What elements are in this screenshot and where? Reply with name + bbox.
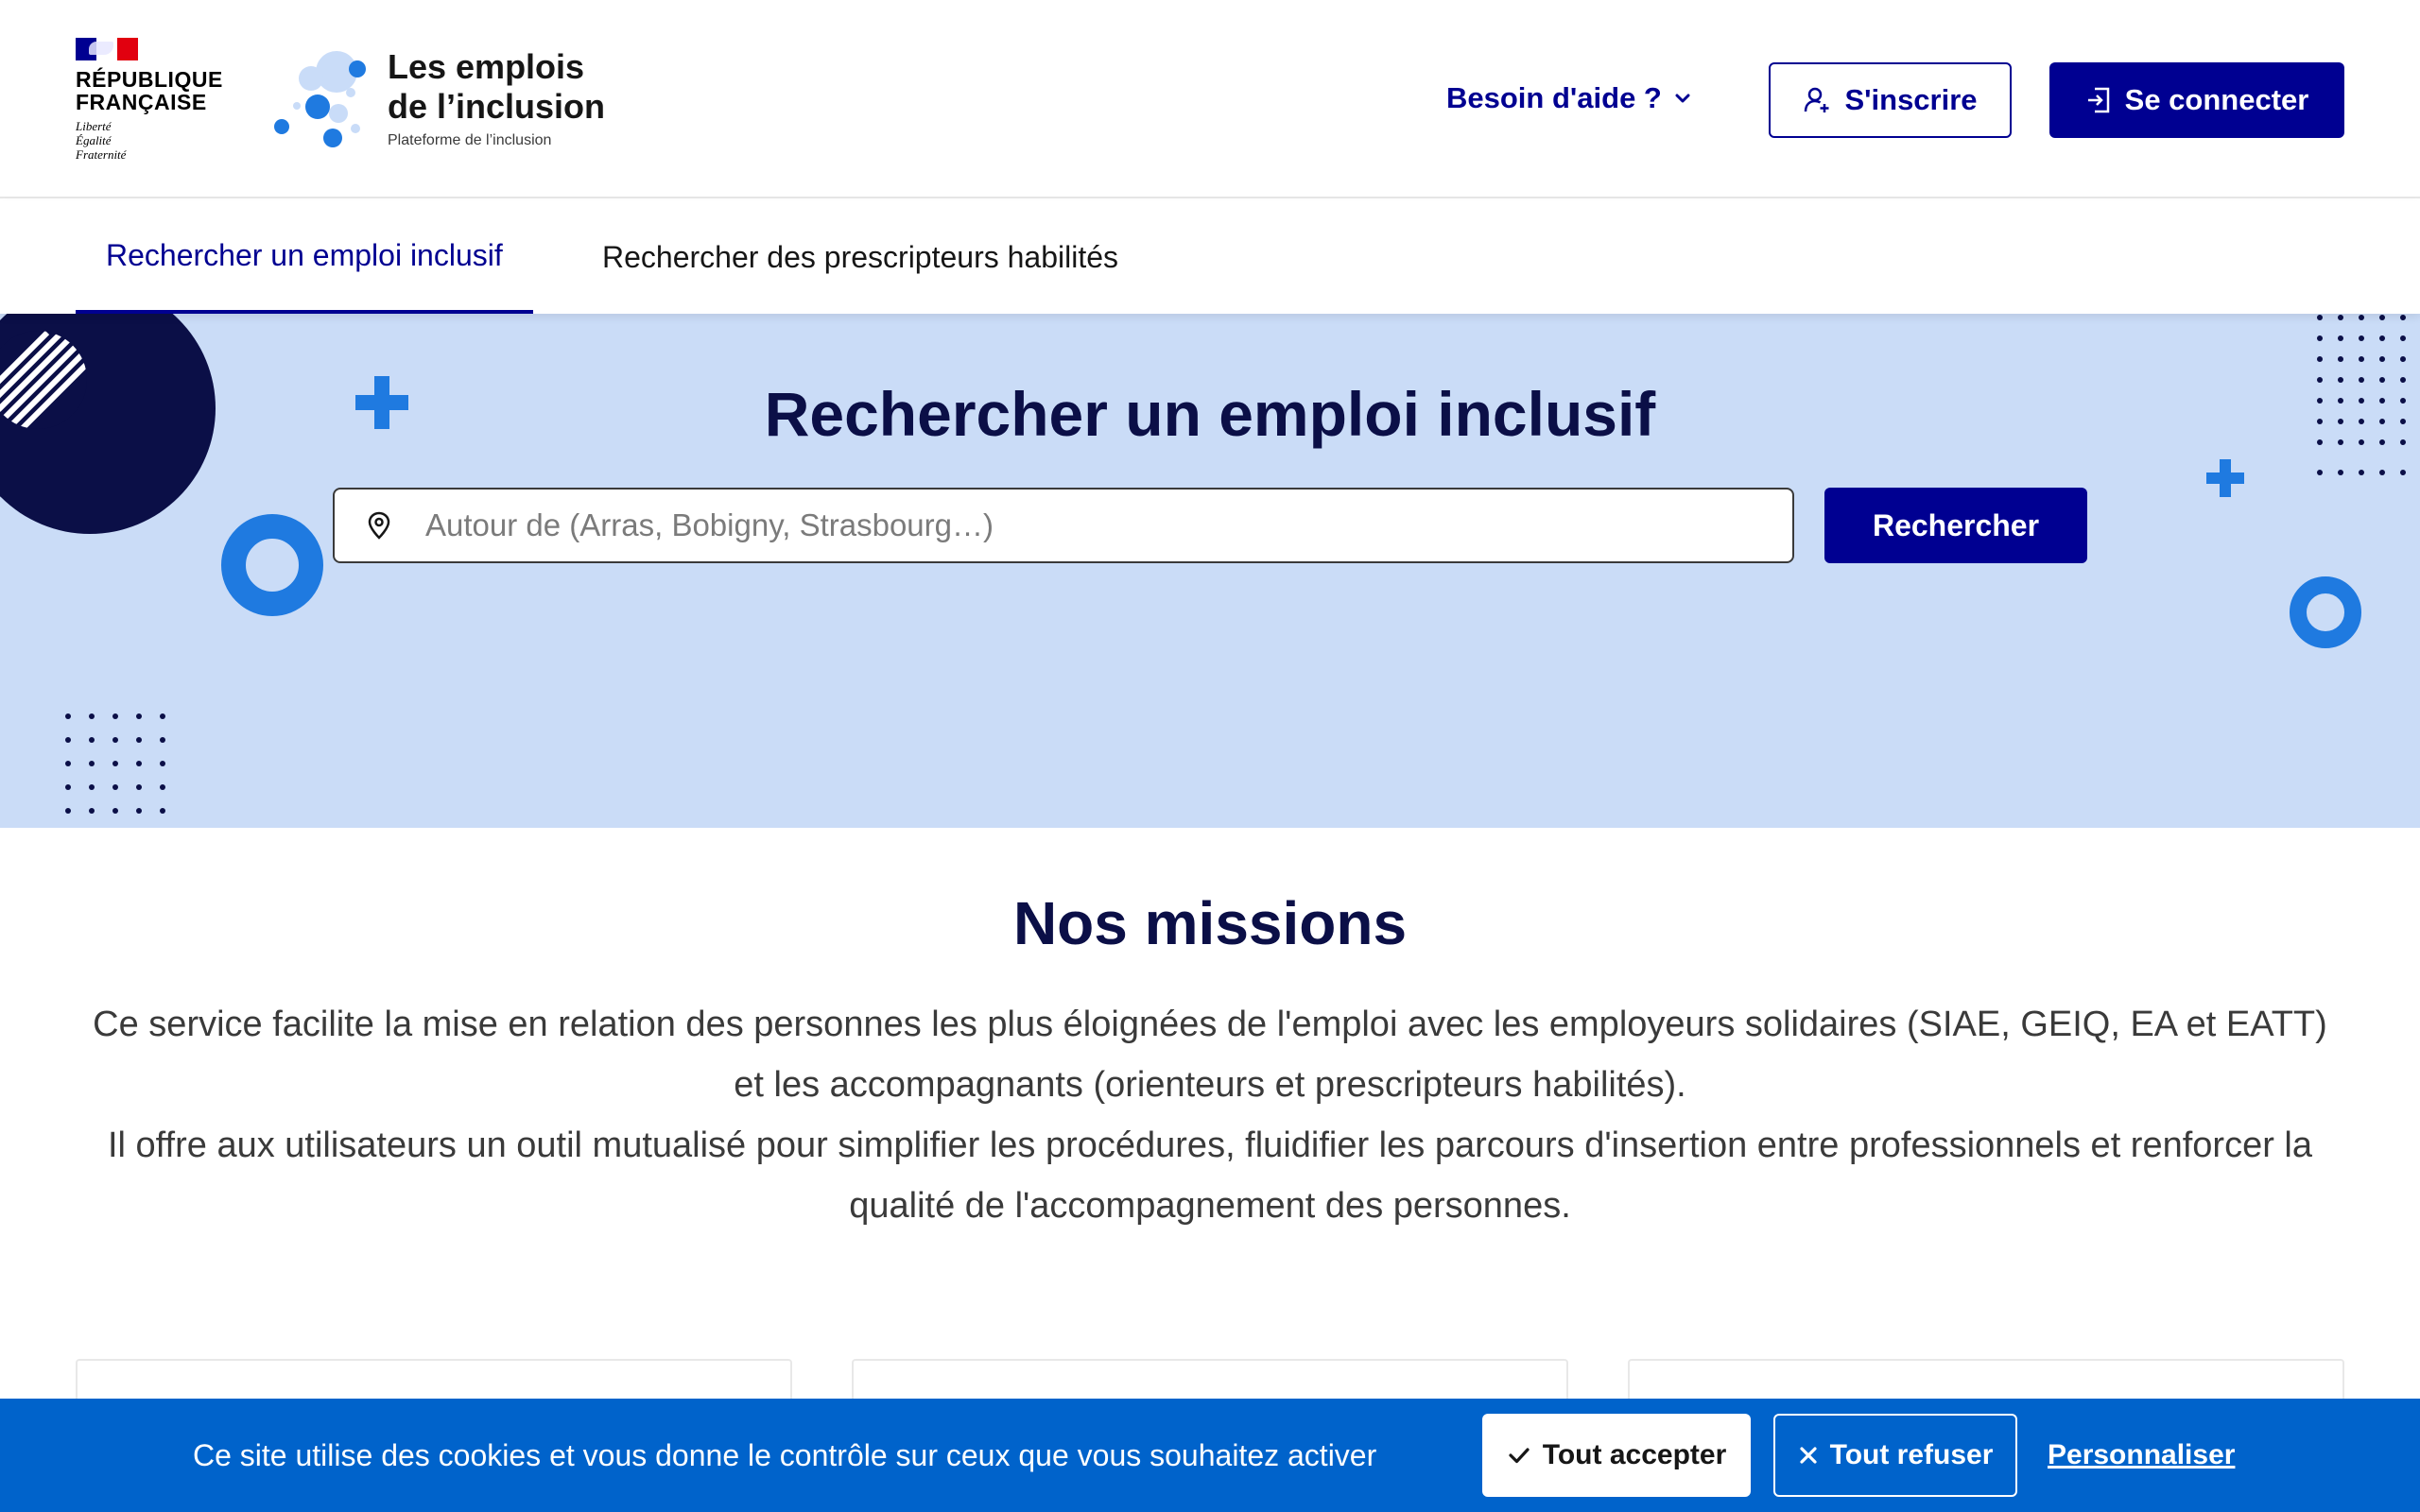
main-navigation: Rechercher un emploi inclusif Rechercher… [0, 200, 2420, 314]
refuse-all-cookies-button[interactable]: Tout refuser [1773, 1414, 2017, 1497]
motto-fraternite: Fraternité [76, 147, 127, 162]
login-button[interactable]: Se connecter [2049, 62, 2344, 138]
site-header: RÉPUBLIQUE FRANÇAISE Liberté Égalité Fra… [0, 0, 2420, 198]
missions-paragraph-2: Il offre aux utilisateurs un outil mutua… [107, 1125, 2312, 1226]
marianne-flag-icon [76, 38, 138, 60]
register-label: S'inscrire [1844, 83, 1978, 116]
republique-francaise-logo[interactable]: RÉPUBLIQUE FRANÇAISE Liberté Égalité Fra… [76, 38, 223, 162]
refuse-all-label: Tout refuser [1829, 1439, 1994, 1470]
register-button[interactable]: S'inscrire [1769, 62, 2012, 138]
customize-cookies-link[interactable]: Personnaliser [2048, 1399, 2235, 1512]
gov-name-line-2: FRANÇAISE [76, 90, 207, 114]
service-title-line-2: de l’inclusion [388, 87, 606, 126]
user-add-icon [1805, 87, 1829, 112]
login-label: Se connecter [2124, 83, 2309, 116]
service-tagline: Plateforme de l’inclusion [388, 132, 552, 148]
motto-egalite: Égalité [76, 133, 112, 147]
cookie-message: Ce site utilise des cookies et vous donn… [193, 1437, 1377, 1472]
check-icon [1509, 1448, 1530, 1464]
help-dropdown[interactable]: Besoin d'aide ? [1446, 77, 1692, 119]
accept-all-cookies-button[interactable]: Tout accepter [1482, 1414, 1751, 1497]
location-search-input[interactable] [425, 507, 1792, 543]
service-logo-icon[interactable] [270, 47, 374, 151]
search-button[interactable]: Rechercher [1824, 488, 2087, 563]
decorative-ring-small-icon [2290, 576, 2361, 648]
login-icon [2087, 87, 2109, 113]
missions-title: Nos missions [1012, 889, 1408, 957]
search-hero: Rechercher un emploi inclusif Rechercher [0, 314, 2420, 828]
missions-paragraph-1: Ce service facilite la mise en relation … [93, 1005, 2327, 1105]
help-label: Besoin d'aide ? [1446, 81, 1662, 114]
cookie-banner: Ce site utilise des cookies et vous donn… [0, 1399, 2420, 1512]
accept-all-label: Tout accepter [1542, 1439, 1727, 1470]
missions-description: Ce service facilite la mise en relation … [76, 994, 2344, 1236]
decorative-dots-bottom-left-icon [65, 713, 165, 814]
decorative-ring-icon [221, 514, 323, 616]
service-title[interactable]: Les emplois de l’inclusion [388, 47, 633, 127]
motto-liberte: Liberté [76, 119, 112, 133]
hero-title: Rechercher un emploi inclusif [764, 379, 1656, 449]
tab-search-inclusive-job[interactable]: Rechercher un emploi inclusif [76, 200, 533, 314]
map-pin-icon [368, 511, 390, 540]
service-title-line-1: Les emplois [388, 47, 585, 86]
gov-name-line-1: RÉPUBLIQUE [76, 67, 223, 92]
gov-motto: Liberté Égalité Fraternité [76, 119, 217, 162]
close-icon [1799, 1447, 1817, 1464]
tab-search-prescribers[interactable]: Rechercher des prescripteurs habilités [572, 200, 1149, 314]
location-search-field[interactable] [333, 488, 1794, 563]
decorative-plus-small-icon [2206, 459, 2244, 497]
chevron-down-icon [1675, 94, 1690, 103]
